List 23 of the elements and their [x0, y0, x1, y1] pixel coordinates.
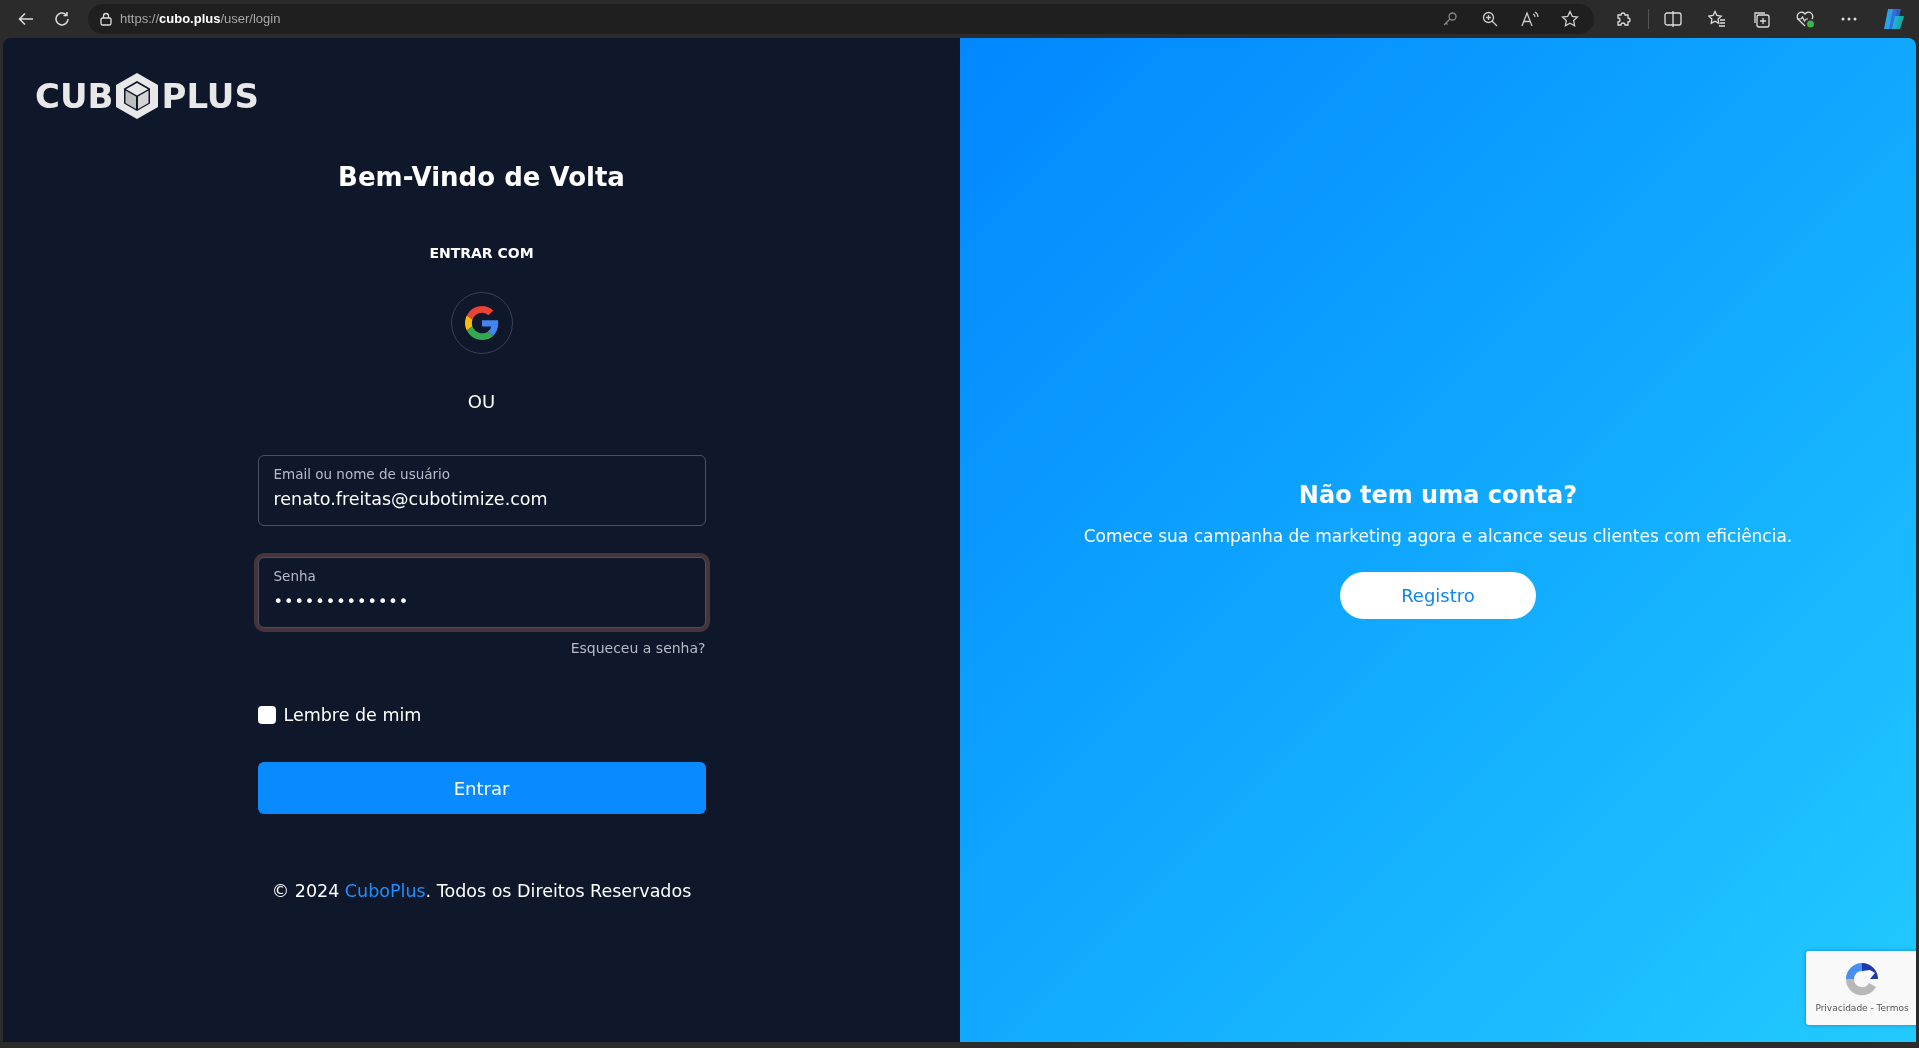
welcome-heading: Bem-Vindo de Volta [338, 162, 625, 194]
signup-heading: Não tem uma conta? [1298, 480, 1578, 510]
social-login-label: ENTRAR COM [429, 244, 534, 264]
remember-checkbox[interactable] [257, 706, 276, 725]
google-icon [464, 306, 499, 341]
field-label: Senha [273, 568, 317, 585]
register-button[interactable]: Registro [1340, 572, 1536, 620]
email-input[interactable]: renato.freitas@cubotimize.com [273, 482, 690, 513]
recaptcha-text[interactable]: Privacidade - Termos [1815, 1002, 1909, 1016]
password-input[interactable]: ••••••••••••• [273, 584, 690, 615]
recaptcha-badge[interactable]: Privacidade - Termos [1806, 951, 1916, 1025]
forgot-password-link[interactable]: Esqueceu a senha? [570, 640, 706, 657]
or-divider-text: OU [467, 390, 496, 415]
email-field[interactable]: Email ou nome de usuário renato.freitas@cubotimize.com [257, 455, 706, 527]
logo-text: PLUS [161, 79, 259, 113]
cuboplus-link[interactable]: CuboPlus [344, 881, 426, 902]
logo-text: CUB [35, 79, 114, 113]
remember-label[interactable]: Lembre de mim [283, 702, 422, 729]
lock-icon [100, 12, 112, 26]
address-bar[interactable]: https://cubo.plus/user/login [88, 4, 1594, 34]
signup-text: Comece sua campanha de marketing agora e alcance seus clientes com eficiência. [1083, 524, 1793, 548]
field-label: Email ou nome de usuário [273, 466, 452, 483]
copyright-text: © 2024 CuboPlus. Todos os Direitos Reservados [270, 880, 693, 904]
